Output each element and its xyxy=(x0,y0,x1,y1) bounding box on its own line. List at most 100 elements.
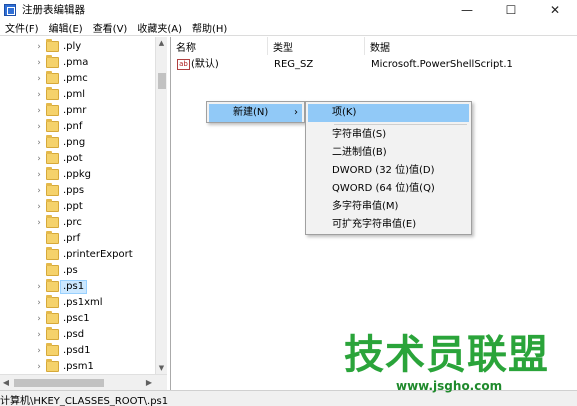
close-button[interactable]: ✕ xyxy=(533,0,577,19)
tree-horizontal-scrollbar[interactable]: ◀ ▶ xyxy=(0,374,167,390)
chevron-right-icon[interactable]: › xyxy=(35,346,43,356)
tree-item-label: .prc xyxy=(63,217,82,228)
chevron-right-icon[interactable]: › xyxy=(35,90,43,100)
tree-item[interactable]: › .pmr xyxy=(0,103,155,119)
chevron-right-icon: › xyxy=(294,107,298,118)
chevron-right-icon[interactable]: › xyxy=(35,186,43,196)
tree-vertical-scrollbar[interactable]: ▲ ▼ xyxy=(155,37,167,374)
folder-icon xyxy=(46,231,59,244)
submenu-item-string-value[interactable]: 字符串值(S) xyxy=(308,126,469,144)
column-header-data[interactable]: 数据 xyxy=(365,37,577,55)
folder-icon xyxy=(46,199,59,212)
tree-item[interactable]: › .psd1 xyxy=(0,343,155,359)
folder-icon xyxy=(46,183,59,196)
tree-item[interactable]: › .ps1xml xyxy=(0,295,155,311)
menu-favorites[interactable]: 收藏夹(A) xyxy=(132,20,187,35)
submenu-item-qword-value[interactable]: QWORD (64 位)值(Q) xyxy=(308,180,469,198)
tree-item[interactable]: › .ply xyxy=(0,39,155,55)
tree-item-label: .psd1 xyxy=(63,345,91,356)
submenu-item-expandable-string-value[interactable]: 可扩充字符串值(E) xyxy=(308,216,469,234)
chevron-right-icon[interactable]: › xyxy=(35,314,43,324)
menu-file[interactable]: 文件(F) xyxy=(0,20,44,35)
chevron-right-icon[interactable]: › xyxy=(35,362,43,372)
chevron-right-icon[interactable]: › xyxy=(35,282,43,292)
tree-item[interactable]: › .ps1 xyxy=(0,279,155,295)
column-header-type[interactable]: 类型 xyxy=(268,37,365,55)
menu-item-new[interactable]: 新建(N) › xyxy=(209,104,302,122)
tree-item[interactable]: .printerExport xyxy=(0,247,155,263)
tree-item-label: .pmr xyxy=(63,105,87,116)
tree-item[interactable]: › .psm1 xyxy=(0,359,155,375)
tree-item[interactable]: › .ppt xyxy=(0,199,155,215)
window-title: 注册表编辑器 xyxy=(22,4,85,16)
tree-item[interactable]: › .prc xyxy=(0,215,155,231)
chevron-right-icon[interactable]: › xyxy=(35,170,43,180)
scroll-up-arrow-icon[interactable]: ▲ xyxy=(156,37,167,49)
tree-item[interactable]: › .png xyxy=(0,135,155,151)
tree-item[interactable]: › .pot xyxy=(0,151,155,167)
submenu-item-key[interactable]: 项(K) xyxy=(308,104,469,122)
tree-item[interactable]: › .pml xyxy=(0,87,155,103)
submenu-item-dword-value[interactable]: DWORD (32 位)值(D) xyxy=(308,162,469,180)
menu-view[interactable]: 查看(V) xyxy=(88,20,133,35)
folder-icon xyxy=(46,327,59,340)
tree-item-label: .printerExport xyxy=(63,249,133,260)
scroll-down-arrow-icon[interactable]: ▼ xyxy=(156,362,167,374)
scroll-left-arrow-icon[interactable]: ◀ xyxy=(0,375,12,390)
submenu-item-multi-string-value[interactable]: 多字符串值(M) xyxy=(308,198,469,216)
chevron-right-icon[interactable]: › xyxy=(35,106,43,116)
column-header-name[interactable]: 名称 xyxy=(171,37,268,55)
chevron-right-icon[interactable]: › xyxy=(35,218,43,228)
chevron-right-icon[interactable]: › xyxy=(35,138,43,148)
value-name: (默认) xyxy=(191,59,219,70)
tree-item[interactable]: › .pmc xyxy=(0,71,155,87)
folder-icon xyxy=(46,55,59,68)
registry-key-tree[interactable]: › .ply › .pma › .pmc › .pml › .pmr › .pnf › .png › .pot… xyxy=(0,37,167,390)
tree-item-label: .pot xyxy=(63,153,83,164)
status-path: 计算机\HKEY_CLASSES_ROOT\.ps1 xyxy=(0,396,169,406)
menu-help[interactable]: 帮助(H) xyxy=(187,20,232,35)
chevron-right-icon[interactable]: › xyxy=(35,58,43,68)
menu-item-new-label: 新建(N) xyxy=(233,107,269,118)
scroll-thumb[interactable] xyxy=(14,379,104,387)
tree-item[interactable]: .prf xyxy=(0,231,155,247)
folder-icon xyxy=(46,135,59,148)
chevron-right-icon[interactable]: › xyxy=(35,74,43,84)
tree-item[interactable]: › .psd xyxy=(0,327,155,343)
tree-item[interactable]: › .pma xyxy=(0,55,155,71)
tree-item-label: .psm1 xyxy=(63,361,94,372)
tree-item[interactable]: .ps xyxy=(0,263,155,279)
menu-edit[interactable]: 编辑(E) xyxy=(44,20,88,35)
chevron-right-icon[interactable]: › xyxy=(35,298,43,308)
tree-item-label: .ps1 xyxy=(60,280,88,294)
tree-item-label: .ps xyxy=(63,265,78,276)
chevron-right-icon[interactable]: › xyxy=(35,330,43,340)
tree-item[interactable]: › .pnf xyxy=(0,119,155,135)
tree-item-label: .ppt xyxy=(63,201,83,212)
folder-icon xyxy=(46,311,59,324)
chevron-right-icon[interactable]: › xyxy=(35,202,43,212)
regedit-icon xyxy=(4,3,16,16)
chevron-right-icon[interactable]: › xyxy=(35,42,43,52)
tree-item[interactable]: › .ppkg xyxy=(0,167,155,183)
maximize-button[interactable]: ☐ xyxy=(489,0,533,19)
tree-item-label: .pps xyxy=(63,185,85,196)
tree-item[interactable]: › .psc1 xyxy=(0,311,155,327)
tree-item-label: .png xyxy=(63,137,86,148)
tree-item[interactable]: › .pps xyxy=(0,183,155,199)
minimize-button[interactable]: — xyxy=(445,0,489,19)
scroll-right-arrow-icon[interactable]: ▶ xyxy=(143,375,155,390)
new-submenu: 项(K) 字符串值(S) 二进制值(B) DWORD (32 位)值(D) QW… xyxy=(305,101,472,235)
value-row[interactable]: ab (默认) REG_SZ Microsoft.PowerShellScrip… xyxy=(171,57,577,73)
scroll-thumb[interactable] xyxy=(158,73,166,89)
tree-item-label: .pml xyxy=(63,89,86,100)
value-type: REG_SZ xyxy=(274,59,314,70)
chevron-right-icon[interactable]: › xyxy=(35,154,43,164)
tree-item-label: .ps1xml xyxy=(63,297,103,308)
status-bar: 计算机\HKEY_CLASSES_ROOT\.ps1 xyxy=(0,390,577,406)
folder-icon xyxy=(46,119,59,132)
submenu-item-binary-value[interactable]: 二进制值(B) xyxy=(308,144,469,162)
chevron-right-icon[interactable]: › xyxy=(35,122,43,132)
tree-item-label: .ply xyxy=(63,41,82,52)
tree-item-label: .prf xyxy=(63,233,81,244)
